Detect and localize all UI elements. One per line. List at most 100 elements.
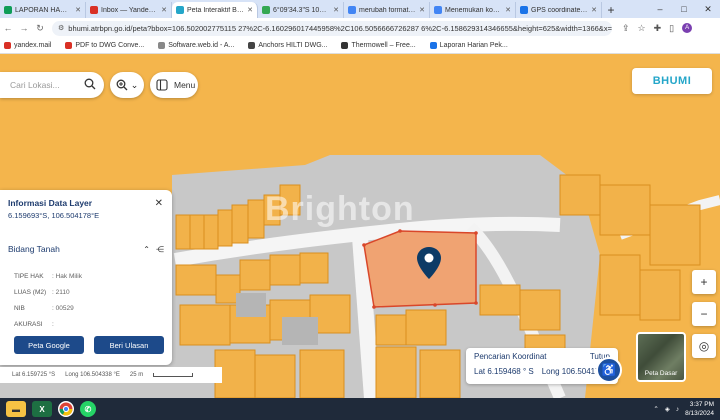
sidepanel-icon[interactable]: ▯ — [669, 23, 674, 34]
url-text: bhumi.atrbpn.go.id/peta?bbox=106.5020027… — [68, 23, 612, 33]
tab-favicon — [90, 6, 98, 14]
bookmark-icon — [248, 42, 256, 49]
forward-icon[interactable]: → — [16, 23, 32, 33]
map-controls: + − ◎ — [692, 270, 716, 366]
tab-close-icon[interactable]: ✕ — [505, 6, 511, 14]
close-icon[interactable]: ✕ — [155, 198, 163, 209]
bookmark-item[interactable]: Software.web.id - A... — [158, 42, 234, 49]
accessibility-icon[interactable]: ♿ — [596, 357, 622, 383]
bookmark-item[interactable]: yandex.mail — [4, 42, 51, 49]
collapse-icon[interactable]: ⌃ — [143, 245, 150, 254]
location-search-input[interactable]: Cari Lokasi... — [0, 72, 104, 98]
tab-label: Menemukan koordin... — [445, 6, 503, 14]
tab-favicon — [348, 6, 356, 14]
browser-tab-active[interactable]: Peta Interaktif BHUMI✕ — [172, 2, 258, 18]
tab-close-icon[interactable]: ✕ — [419, 6, 425, 14]
zoom-out-button[interactable]: − — [692, 302, 716, 326]
scale-bar: Lat 6.159725 °S Long 106.504338 °E 25 m — [0, 367, 222, 383]
reload-icon[interactable]: ↻ — [32, 23, 48, 34]
share-icon[interactable]: ⇪ — [622, 23, 630, 34]
browser-tab[interactable]: Inbox — Yandex Mail✕ — [86, 2, 172, 18]
info-value: : 00529 — [52, 304, 74, 312]
search-placeholder: Cari Lokasi... — [10, 80, 60, 90]
share-icon[interactable]: ⋲ — [156, 245, 164, 254]
browser-tab[interactable]: merubah format ko...✕ — [344, 2, 430, 18]
browser-tab[interactable]: Menemukan koordin...✕ — [430, 2, 516, 18]
address-bar-row: ← → ↻ ⚙ bhumi.atrbpn.go.id/peta?bbox=106… — [0, 18, 720, 38]
network-icon[interactable]: ◈ — [665, 405, 670, 413]
volume-icon[interactable]: ♪ — [676, 406, 679, 413]
basemap-switcher[interactable]: Peta Dasar — [636, 332, 686, 382]
clock[interactable]: 3:37 PM 8/13/2024 — [685, 400, 714, 418]
bookmark-label: Laporan Harian Pek... — [439, 42, 508, 49]
browser-tab[interactable]: GPS coordinate con...✕ — [516, 2, 602, 18]
bookmark-label: PDF to DWG Conve... — [75, 42, 145, 49]
file-explorer-icon[interactable]: ▬ — [6, 401, 26, 417]
chrome-icon[interactable] — [58, 401, 74, 417]
scale-line — [153, 373, 194, 377]
zoom-in-button[interactable]: + — [692, 270, 716, 294]
browser-tab[interactable]: LAPORAN HARIAN ✕ — [0, 2, 86, 18]
tray-arrow-icon[interactable]: ⌃ — [653, 405, 658, 413]
tab-favicon — [4, 6, 12, 14]
os-taskbar: ▬ X ✆ ⌃ ◈ ♪ 3:37 PM 8/13/2024 — [0, 398, 720, 420]
tab-close-icon[interactable]: ✕ — [333, 6, 339, 14]
whatsapp-icon[interactable]: ✆ — [80, 401, 96, 417]
bookmark-icon — [65, 42, 73, 49]
tab-label: merubah format ko... — [359, 6, 416, 14]
tab-close-icon[interactable]: ✕ — [75, 6, 81, 14]
my-location-icon[interactable]: ◎ — [692, 334, 716, 358]
maximize-button[interactable]: □ — [672, 0, 696, 18]
extensions-icon[interactable]: ✚ — [654, 23, 662, 34]
menu-label: Menu — [174, 80, 196, 90]
bookmark-item[interactable]: Thermowell – Free... — [341, 42, 416, 49]
menu-button[interactable]: Menu — [150, 72, 198, 98]
browser-tab-strip: LAPORAN HARIAN✕ Inbox — Yandex Mail✕ Pet… — [0, 0, 720, 18]
bookmark-icon — [158, 42, 166, 49]
coordinate-search-box: Pencarian Koordinat Tutup Lat 6.159468 °… — [466, 348, 618, 384]
back-icon[interactable]: ← — [0, 23, 16, 33]
info-value: : — [52, 320, 54, 328]
bookmark-label: Anchors HILTI DWG... — [258, 42, 328, 49]
new-tab-button[interactable]: + — [602, 2, 620, 18]
bookmark-item[interactable]: Laporan Harian Pek... — [429, 42, 508, 49]
clock-time: 3:37 PM — [689, 401, 714, 408]
lat-value[interactable]: 6.159468 ° S — [487, 367, 533, 376]
tab-favicon — [176, 6, 184, 14]
location-pin-icon[interactable] — [416, 246, 442, 280]
bookmark-icon — [341, 42, 349, 49]
panel-title: Informasi Data Layer — [8, 198, 93, 208]
cursor-lat: Lat 6.159725 °S — [12, 372, 56, 378]
bookmark-item[interactable]: Anchors HILTI DWG... — [248, 42, 327, 49]
watermark-text: Brighton — [265, 190, 415, 228]
bookmark-label: Software.web.id - A... — [168, 42, 235, 49]
zoom-dropdown[interactable]: ⌄ — [110, 72, 144, 98]
browser-tab[interactable]: 6°09'34.3"S 106°3... ✕ — [258, 2, 344, 18]
coord-title: Pencarian Koordinat — [474, 352, 547, 361]
info-value: : Hak Milik — [52, 272, 82, 280]
google-maps-button[interactable]: Peta Google — [14, 336, 84, 354]
close-window-button[interactable]: ✕ — [696, 0, 720, 18]
tab-close-icon[interactable]: ✕ — [591, 6, 597, 14]
profile-avatar[interactable]: A — [682, 22, 693, 33]
lng-label: Long — [541, 367, 560, 376]
review-button[interactable]: Beri Ulasan — [94, 336, 164, 354]
system-tray: ⌃ ◈ ♪ 3:37 PM 8/13/2024 — [653, 400, 714, 418]
bookmark-icon — [429, 42, 437, 49]
tab-close-icon[interactable]: ✕ — [247, 6, 253, 14]
search-icon[interactable] — [84, 78, 96, 90]
tab-label: GPS coordinate con... — [531, 6, 588, 14]
tab-favicon — [434, 6, 442, 14]
window-controls: – □ ✕ — [648, 0, 720, 18]
bookmark-item[interactable]: PDF to DWG Conve... — [65, 42, 144, 49]
tab-close-icon[interactable]: ✕ — [161, 6, 167, 14]
star-icon[interactable]: ☆ — [638, 23, 646, 34]
excel-icon[interactable]: X — [32, 401, 52, 417]
minimize-button[interactable]: – — [648, 0, 672, 18]
basemap-label: Peta Dasar — [644, 370, 678, 377]
info-row: NIB : 00529 — [8, 300, 164, 316]
url-input[interactable]: ⚙ bhumi.atrbpn.go.id/peta?bbox=106.50200… — [52, 20, 612, 36]
info-value: : 2110 — [52, 288, 70, 296]
site-info-icon[interactable]: ⚙ — [58, 24, 64, 32]
info-key: NIB — [14, 304, 25, 312]
